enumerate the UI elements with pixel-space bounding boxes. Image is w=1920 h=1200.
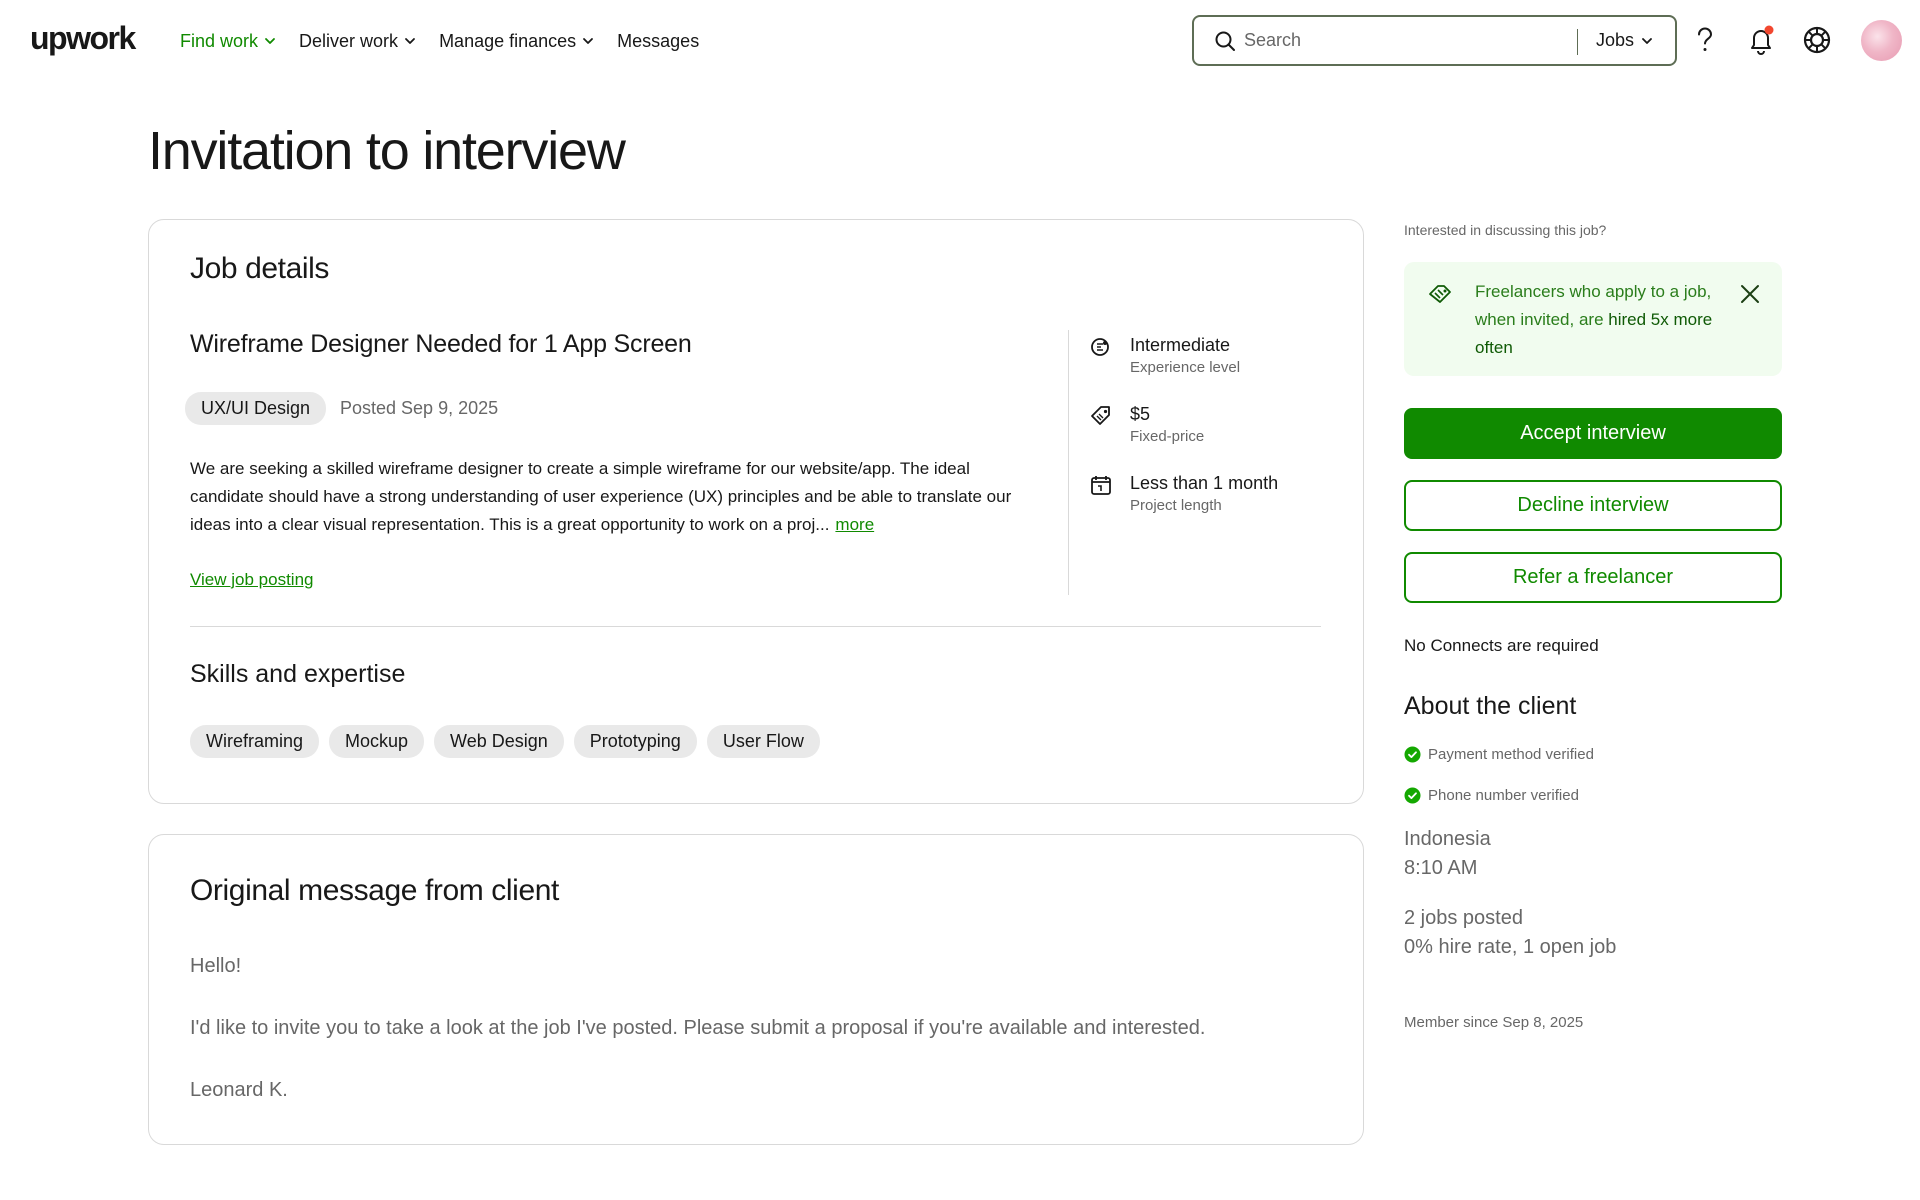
payment-verified: Payment method verified — [1404, 746, 1594, 763]
interest-question: Interested in discussing this job? — [1404, 222, 1607, 238]
handshake-tag-icon — [1429, 285, 1451, 303]
job-title: Wireframe Designer Needed for 1 App Scre… — [190, 330, 692, 358]
avatar[interactable] — [1861, 20, 1902, 61]
close-icon[interactable] — [1734, 278, 1766, 310]
chevron-down-icon — [265, 38, 275, 44]
nav-manage-finances[interactable]: Manage finances — [439, 28, 595, 54]
chevron-down-icon — [583, 38, 594, 44]
job-details-card: Job details Wireframe Designer Needed fo… — [148, 219, 1364, 804]
price-tag-icon — [1091, 406, 1110, 425]
client-country: Indonesia — [1404, 828, 1491, 850]
verified-check-icon — [1404, 787, 1421, 804]
skill-tag-prototyping[interactable]: Prototyping — [573, 725, 697, 758]
length-value: Less than 1 month — [1130, 473, 1279, 493]
top-header: upwork Find work Deliver work Manage fin… — [0, 0, 1920, 82]
client-jobs-posted: 2 jobs posted — [1404, 907, 1523, 929]
refer-freelancer-button[interactable]: Refer a freelancer — [1404, 552, 1782, 603]
skill-tag-web-design[interactable]: Web Design — [434, 725, 564, 758]
message-body: I'd like to invite you to take a look at… — [190, 1017, 1206, 1039]
search-icon — [1215, 31, 1235, 51]
phone-verified-label: Phone number verified — [1428, 787, 1579, 804]
promo-banner: Freelancers who apply to a job, when inv… — [1404, 262, 1782, 376]
job-description-text: We are seeking a skilled wireframe desig… — [190, 459, 1012, 534]
message-heading: Original message from client — [190, 874, 559, 907]
bell-icon — [1751, 25, 1774, 55]
search-divider — [1577, 29, 1578, 55]
meta-experience: Intermediate Experience level — [1090, 334, 1240, 376]
connects-note: No Connects are required — [1404, 636, 1599, 655]
view-job-posting-link[interactable]: View job posting — [190, 570, 314, 590]
skill-tag-mockup[interactable]: Mockup — [329, 725, 425, 758]
job-description: We are seeking a skilled wireframe desig… — [190, 455, 1030, 539]
skill-tag-user-flow[interactable]: User Flow — [706, 725, 820, 758]
price-value: $5 — [1130, 404, 1151, 424]
nav-find-work[interactable]: Find work — [180, 28, 277, 54]
meta-price: $5 Fixed-price — [1090, 403, 1204, 445]
notifications-button[interactable] — [1745, 24, 1777, 56]
search-type-label: Jobs — [1596, 30, 1635, 50]
nav-deliver-work[interactable]: Deliver work — [299, 28, 417, 54]
calendar-icon — [1091, 476, 1111, 495]
verified-check-icon — [1404, 746, 1421, 763]
section-divider — [190, 626, 1321, 627]
meta-length: Less than 1 month Project length — [1090, 472, 1278, 514]
chevron-down-icon — [1642, 37, 1652, 44]
main-nav: Find work Deliver work Manage finances M… — [180, 28, 721, 54]
job-details-heading: Job details — [190, 252, 330, 285]
phone-verified: Phone number verified — [1404, 787, 1579, 804]
client-hire-rate: 0% hire rate, 1 open job — [1404, 936, 1617, 958]
nav-messages-label: Messages — [617, 30, 700, 51]
length-label: Project length — [1130, 497, 1222, 514]
message-greeting: Hello! — [190, 955, 242, 977]
skills-list: Wireframing Mockup Web Design Prototypin… — [190, 725, 820, 758]
payment-verified-label: Payment method verified — [1428, 746, 1594, 763]
nav-find-work-label: Find work — [180, 30, 259, 51]
help-button[interactable] — [1689, 24, 1721, 56]
price-label: Fixed-price — [1130, 428, 1205, 445]
about-client-heading: About the client — [1404, 692, 1577, 720]
nav-deliver-work-label: Deliver work — [299, 30, 399, 51]
vertical-divider — [1068, 330, 1069, 595]
nav-manage-finances-label: Manage finances — [439, 30, 577, 51]
accept-interview-button[interactable]: Accept interview — [1404, 408, 1782, 459]
more-link[interactable]: more — [835, 515, 874, 534]
help-icon — [1698, 27, 1713, 51]
experience-label: Experience level — [1130, 359, 1241, 376]
skills-heading: Skills and expertise — [190, 660, 406, 688]
chevron-down-icon — [405, 38, 415, 44]
category-tag[interactable]: UX/UI Design — [185, 392, 327, 425]
search-type-dropdown[interactable]: Jobs — [1596, 30, 1654, 51]
nav-messages[interactable]: Messages — [617, 28, 699, 54]
promo-text: Freelancers who apply to a job, when inv… — [1475, 278, 1720, 362]
client-message-card: Original message from client Hello! I'd … — [148, 834, 1364, 1145]
experience-icon — [1091, 338, 1109, 356]
search-input[interactable] — [1244, 30, 1564, 51]
search-bar: Jobs — [1192, 15, 1677, 66]
skill-tag-wireframing[interactable]: Wireframing — [190, 725, 320, 758]
upwork-logo[interactable]: upwork — [30, 20, 136, 57]
account-icon — [1803, 26, 1831, 54]
message-signature: Leonard K. — [190, 1079, 288, 1101]
page-title: Invitation to interview — [148, 121, 626, 181]
member-since: Member since Sep 8, 2025 — [1404, 1014, 1584, 1031]
posted-date: Posted Sep 9, 2025 — [340, 398, 499, 418]
client-local-time: 8:10 AM — [1404, 857, 1478, 879]
decline-interview-button[interactable]: Decline interview — [1404, 480, 1782, 531]
experience-value: Intermediate — [1130, 335, 1231, 355]
account-settings-button[interactable] — [1801, 24, 1833, 56]
